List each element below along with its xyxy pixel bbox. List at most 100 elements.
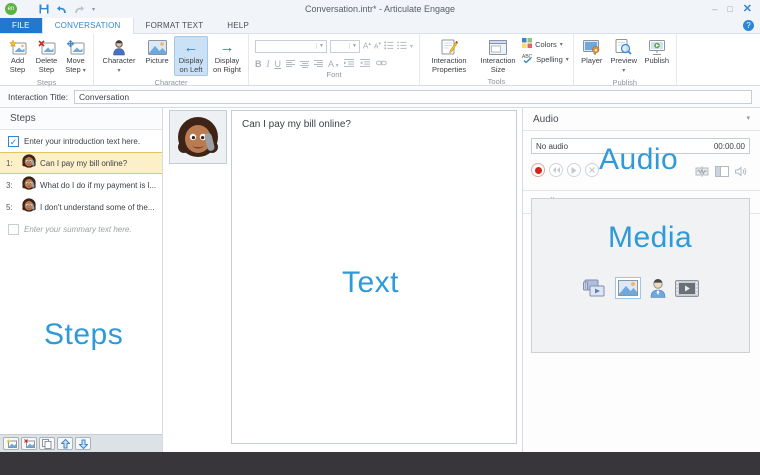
- interaction-size-icon: [489, 38, 507, 56]
- play-button[interactable]: [567, 163, 581, 177]
- delete-audio-button[interactable]: [585, 163, 599, 177]
- display-on-right-button[interactable]: → Display on Right: [210, 36, 244, 76]
- tab-conversation[interactable]: CONVERSATION: [42, 18, 134, 34]
- ribbon-tabs: FILE CONVERSATION FORMAT TEXT HELP ?: [0, 18, 760, 34]
- hyperlink-icon[interactable]: [376, 59, 387, 69]
- rewind-button[interactable]: [549, 163, 563, 177]
- introduction-row[interactable]: ✓ Enter your introduction text here.: [0, 130, 162, 152]
- audio-import-icon[interactable]: [715, 164, 729, 182]
- align-left-icon[interactable]: [286, 60, 295, 68]
- align-right-icon[interactable]: [314, 60, 323, 68]
- volume-icon[interactable]: [735, 164, 748, 182]
- publish-icon: [648, 38, 666, 56]
- italic-button[interactable]: I: [267, 59, 270, 69]
- step-row-1[interactable]: 1:Can I pay my bill online?: [0, 152, 162, 174]
- introduction-label: Enter your introduction text here.: [24, 137, 140, 146]
- picture-button[interactable]: Picture: [142, 36, 172, 68]
- grow-font-icon[interactable]: A▴: [363, 41, 371, 51]
- save-icon[interactable]: [39, 4, 49, 14]
- media-clips-icon[interactable]: [583, 278, 607, 298]
- articulate-engage-window: en ▾ Conversation.intr* - Articulate Eng…: [0, 0, 760, 475]
- right-panel: Audio ▾ No audio 00:00.00: [522, 108, 760, 452]
- audio-file-name: No audio: [536, 142, 568, 151]
- tab-help[interactable]: HELP: [215, 18, 261, 33]
- preview-caret-icon: ▾: [622, 68, 625, 74]
- caller-avatar-icon: [21, 197, 37, 213]
- media-character-icon[interactable]: [649, 278, 667, 298]
- interaction-title-bar: Interaction Title:: [0, 87, 760, 108]
- help-icon[interactable]: ?: [743, 20, 754, 31]
- move-down-button[interactable]: [75, 437, 91, 450]
- preview-button[interactable]: Preview▾: [608, 36, 640, 77]
- step-row-3[interactable]: 3:What do I do if my payment is l...: [0, 174, 162, 196]
- summary-checkbox[interactable]: [8, 224, 19, 235]
- step-row-5[interactable]: 5:I don't understand some of the...: [0, 196, 162, 218]
- steps-panel-header: Steps: [0, 108, 162, 130]
- summary-row[interactable]: Enter your summary text here.: [0, 218, 162, 240]
- qat-customize-icon[interactable]: ▾: [92, 6, 95, 13]
- media-drop-area[interactable]: Media: [531, 198, 750, 353]
- delete-step-icon: [38, 38, 56, 56]
- move-step-button[interactable]: Move Step ▾: [62, 36, 89, 77]
- undo-icon[interactable]: [56, 5, 67, 14]
- close-icon[interactable]: ✕: [743, 4, 752, 15]
- maximize-icon[interactable]: □: [727, 5, 732, 14]
- bold-button[interactable]: B: [255, 59, 262, 69]
- delete-step-button[interactable]: Delete Step: [33, 36, 60, 76]
- interaction-title-input[interactable]: [74, 90, 752, 104]
- group-label-font: Font: [255, 69, 413, 81]
- decrease-indent-icon[interactable]: [360, 59, 371, 69]
- display-on-left-button[interactable]: ← Display on Left: [174, 36, 208, 76]
- publish-button[interactable]: Publish: [642, 36, 672, 68]
- redo-icon[interactable]: [74, 5, 85, 14]
- interaction-properties-button[interactable]: Interaction Properties: [424, 36, 474, 76]
- delete-step-small-button[interactable]: [21, 437, 37, 450]
- steps-toolbar: [0, 434, 162, 452]
- numbered-list-icon[interactable]: [397, 37, 407, 55]
- ribbon: Add Step Delete Step Move Step ▾ Steps C…: [0, 34, 760, 86]
- colors-button[interactable]: Colors ▾: [522, 38, 569, 50]
- main-area: Steps ✓ Enter your introduction text her…: [0, 108, 760, 452]
- move-up-button[interactable]: [57, 437, 73, 450]
- add-step-button[interactable]: Add Step: [4, 36, 31, 76]
- add-step-small-button[interactable]: [3, 437, 19, 450]
- shrink-font-icon[interactable]: A▾: [374, 41, 381, 50]
- add-step-icon: [9, 38, 27, 56]
- character-portrait[interactable]: [169, 110, 227, 164]
- font-family-select[interactable]: ▼: [255, 40, 327, 53]
- increase-indent-icon[interactable]: [344, 59, 355, 69]
- media-icons: [532, 277, 749, 299]
- duplicate-step-button[interactable]: [39, 437, 55, 450]
- introduction-checkbox[interactable]: ✓: [8, 136, 19, 147]
- font-size-caret-icon: ▼: [349, 43, 359, 49]
- font-color-button[interactable]: A ▾: [328, 59, 339, 69]
- interaction-size-button[interactable]: Interaction Size: [476, 36, 520, 76]
- record-button[interactable]: [531, 163, 545, 177]
- interaction-title-label: Interaction Title:: [8, 92, 68, 102]
- audio-editor-icon[interactable]: [695, 164, 709, 182]
- tab-format-text[interactable]: FORMAT TEXT: [134, 18, 216, 33]
- window-title: Conversation.intr* - Articulate Engage: [0, 4, 760, 14]
- minimize-icon[interactable]: –: [712, 5, 717, 14]
- audio-transport: [531, 163, 599, 177]
- audio-file-field[interactable]: No audio 00:00.00: [531, 138, 750, 154]
- preview-icon: [615, 38, 632, 56]
- list-options-caret-icon[interactable]: ▾: [410, 43, 413, 50]
- bullet-list-icon[interactable]: [384, 37, 394, 55]
- align-center-icon[interactable]: [300, 61, 309, 68]
- audio-panel-header[interactable]: Audio ▾: [523, 108, 760, 131]
- ribbon-group-tools: Interaction Properties Interaction Size …: [420, 34, 574, 85]
- media-video-icon[interactable]: [675, 280, 699, 297]
- colors-icon: [522, 38, 532, 50]
- font-size-select[interactable]: ▼: [330, 40, 360, 53]
- tab-file[interactable]: FILE: [0, 18, 42, 33]
- audio-collapse-icon[interactable]: ▾: [746, 114, 750, 130]
- media-picture-icon[interactable]: [615, 277, 641, 299]
- underline-button[interactable]: U: [275, 59, 282, 69]
- player-button[interactable]: Player: [578, 36, 606, 68]
- audio-time: 00:00.00: [714, 142, 745, 151]
- character-icon: [111, 38, 127, 56]
- step-text-editor[interactable]: Can I pay my bill online?: [231, 110, 517, 444]
- character-button[interactable]: Character▾: [98, 36, 140, 77]
- spelling-button[interactable]: ABC Spelling ▾: [522, 53, 569, 65]
